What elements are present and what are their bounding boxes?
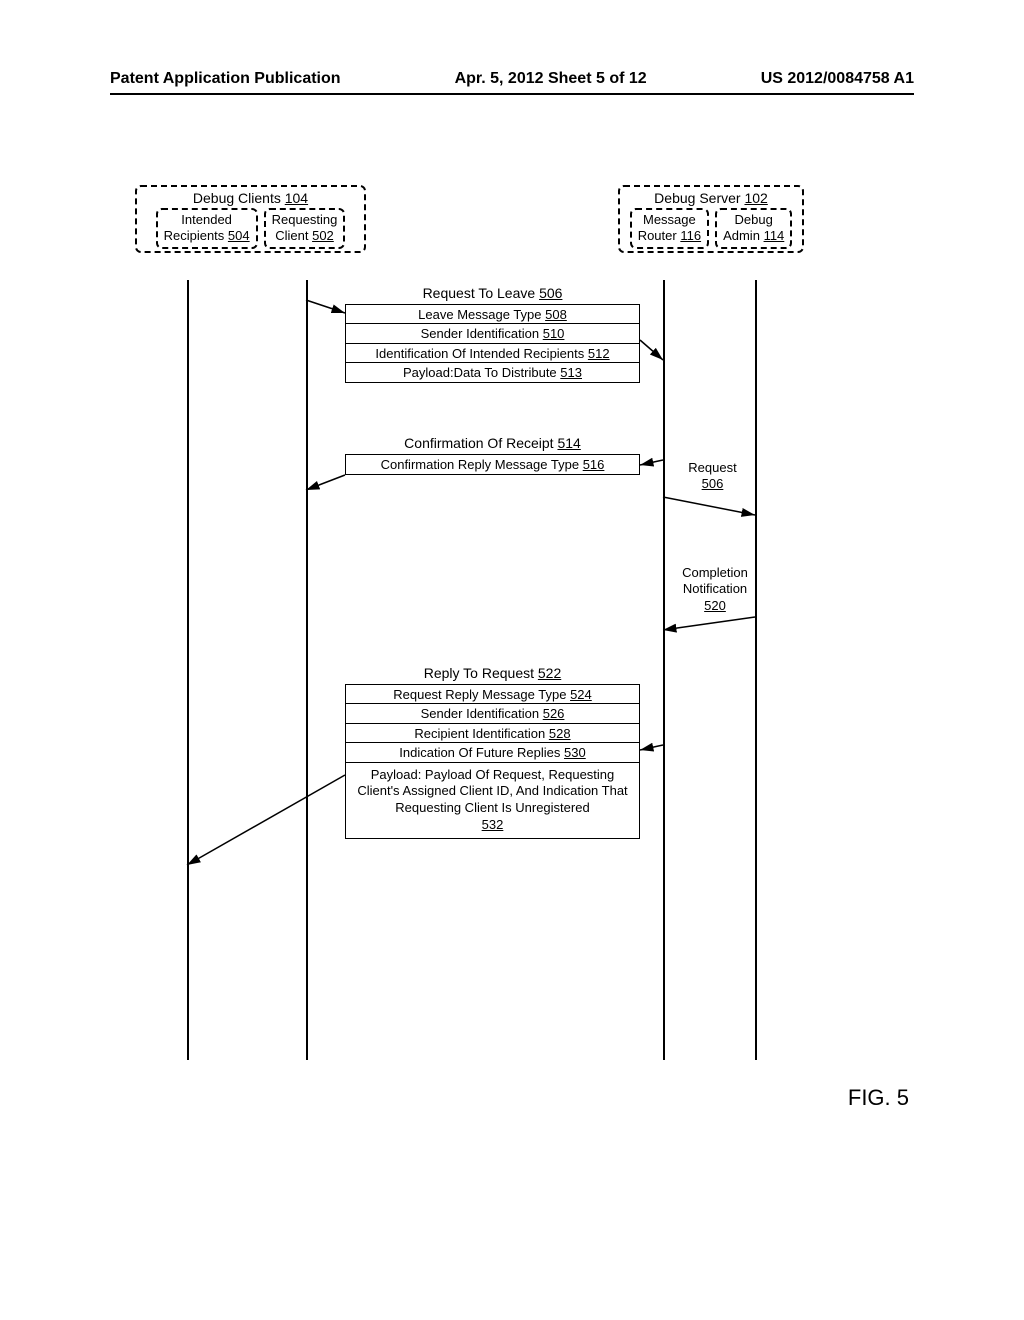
lifeline-debug-admin	[755, 280, 757, 1060]
intended-recipients-box: Intended Recipients 504	[156, 208, 258, 249]
confirmation-reply-type-row: Confirmation Reply Message Type 516	[345, 454, 640, 475]
lifeline-intended-recipients	[187, 280, 189, 1060]
requesting-client-box: Requesting Client 502	[264, 208, 346, 249]
sender-identification-row: Sender Identification 510	[345, 323, 640, 344]
debug-clients-title: Debug Clients 104	[143, 190, 358, 206]
debug-admin-box: Debug Admin 114	[715, 208, 792, 249]
leave-message-type-row: Leave Message Type 508	[345, 304, 640, 325]
recipient-identification-row: Recipient Identification 528	[345, 723, 640, 744]
message-router-box: Message Router 116	[630, 208, 709, 249]
reply-to-request-block: Reply To Request 522 Request Reply Messa…	[345, 665, 640, 839]
completion-notification-label: Completion Notification 520	[675, 565, 755, 614]
request-to-leave-block: Request To Leave 506 Leave Message Type …	[345, 285, 640, 383]
request-label: Request 506	[675, 460, 750, 493]
payload-distribute-row: Payload:Data To Distribute 513	[345, 362, 640, 383]
header-right: US 2012/0084758 A1	[761, 70, 914, 88]
header-left: Patent Application Publication	[110, 70, 341, 88]
header-center: Apr. 5, 2012 Sheet 5 of 12	[455, 70, 647, 88]
reply-to-request-title: Reply To Request 522	[345, 665, 640, 681]
intended-recipients-row: Identification Of Intended Recipients 51…	[345, 343, 640, 364]
figure-label: FIG. 5	[848, 1085, 909, 1111]
sender-identification-row-2: Sender Identification 526	[345, 703, 640, 724]
debug-server-group: Debug Server 102 Message Router 116 Debu…	[618, 185, 804, 253]
future-replies-row: Indication Of Future Replies 530	[345, 742, 640, 763]
request-to-leave-title: Request To Leave 506	[345, 285, 640, 301]
debug-server-title: Debug Server 102	[626, 190, 796, 206]
payload-detail-row: Payload: Payload Of Request, Requesting …	[345, 762, 640, 840]
confirmation-receipt-block: Confirmation Of Receipt 514 Confirmation…	[345, 435, 640, 475]
sequence-diagram: Debug Clients 104 Intended Recipients 50…	[120, 185, 904, 1085]
lifeline-requesting-client	[306, 280, 308, 1060]
header-rule	[110, 93, 914, 95]
debug-clients-group: Debug Clients 104 Intended Recipients 50…	[135, 185, 366, 253]
request-reply-type-row: Request Reply Message Type 524	[345, 684, 640, 705]
confirmation-receipt-title: Confirmation Of Receipt 514	[345, 435, 640, 451]
lifeline-message-router	[663, 280, 665, 1060]
